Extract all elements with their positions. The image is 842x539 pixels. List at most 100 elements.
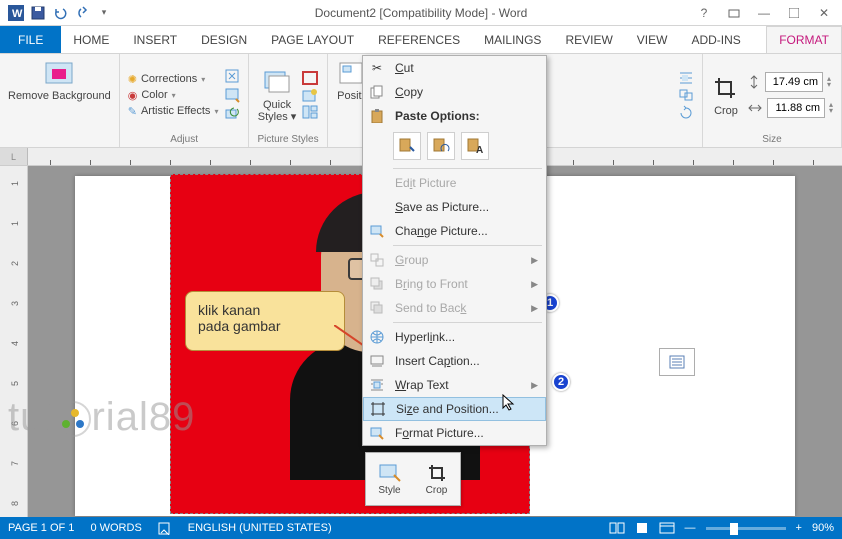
change-picture-button[interactable] (224, 87, 240, 103)
annotation-badge-2: 2 (552, 373, 570, 391)
ctx-group: Group▶ (363, 248, 546, 272)
wrap-text-icon (367, 376, 387, 394)
size-position-icon (368, 400, 388, 418)
app-title: Document2 [Compatibility Mode] - Word (315, 6, 528, 20)
save-icon[interactable] (28, 3, 48, 23)
scissors-icon: ✂ (367, 59, 387, 77)
rotate-button[interactable] (678, 105, 694, 119)
ribbon-tabs: FILE HOME INSERT DESIGN PAGE LAYOUT REFE… (0, 26, 842, 54)
reset-picture-button[interactable] (224, 106, 240, 122)
ctx-edit-picture: Edit Picture (363, 171, 546, 195)
ctx-paste-options-header: Paste Options: (363, 104, 546, 128)
ctx-size-and-position[interactable]: Size and Position... (363, 397, 546, 421)
align-button[interactable] (678, 71, 694, 85)
tab-file[interactable]: FILE (0, 26, 61, 53)
status-words[interactable]: 0 WORDS (90, 522, 141, 534)
tab-format[interactable]: FORMAT (766, 26, 842, 53)
close-icon[interactable]: ✕ (810, 3, 838, 23)
view-print-icon[interactable] (635, 522, 649, 534)
quick-styles-button[interactable]: QuickStyles ▾ (258, 67, 297, 123)
quick-access-toolbar: W ▾ (0, 3, 114, 23)
caption-icon (367, 352, 387, 370)
picture-layout-button[interactable] (302, 105, 318, 119)
mini-style-button[interactable]: Style (366, 453, 413, 505)
ctx-copy[interactable]: Copy (363, 80, 546, 104)
paste-picture-button[interactable] (427, 132, 455, 160)
corrections-button[interactable]: ✺Corrections▾ (128, 73, 219, 86)
crop-button[interactable]: Crop (711, 73, 741, 117)
compress-pictures-button[interactable] (224, 68, 240, 84)
ctx-format-picture[interactable]: Format Picture... (363, 421, 546, 445)
status-bar: PAGE 1 OF 1 0 WORDS ENGLISH (UNITED STAT… (0, 517, 842, 539)
maximize-icon[interactable] (780, 3, 808, 23)
tab-view[interactable]: VIEW (625, 26, 680, 53)
tab-home[interactable]: HOME (61, 26, 121, 53)
status-page[interactable]: PAGE 1 OF 1 (8, 522, 74, 534)
tab-addins[interactable]: ADD-INS (679, 26, 752, 53)
ctx-insert-caption[interactable]: Insert Caption... (363, 349, 546, 373)
tab-review[interactable]: REVIEW (553, 26, 624, 53)
tab-mailings[interactable]: MAILINGS (472, 26, 553, 53)
ruler-vertical: 112345678 (0, 166, 28, 521)
height-field[interactable]: ▴▾ (747, 72, 833, 92)
width-input[interactable] (767, 98, 825, 118)
paste-keep-source-button[interactable] (393, 132, 421, 160)
ctx-hyperlink[interactable]: Hyperlink... (363, 325, 546, 349)
clipboard-icon (367, 107, 387, 125)
bring-front-icon (367, 275, 387, 293)
send-back-icon (367, 299, 387, 317)
zoom-slider[interactable] (706, 527, 786, 530)
copy-icon (367, 83, 387, 101)
svg-text:A: A (476, 145, 483, 155)
zoom-in-button[interactable]: + (796, 522, 802, 534)
width-field[interactable]: ▴▾ (747, 98, 833, 118)
zoom-level[interactable]: 90% (812, 522, 834, 534)
mini-crop-button[interactable]: Crop (413, 453, 460, 505)
tab-page-layout[interactable]: PAGE LAYOUT (259, 26, 366, 53)
group-picture-styles: QuickStyles ▾ Picture Styles (249, 54, 327, 147)
format-picture-icon (367, 424, 387, 442)
paste-text-only-button[interactable]: A (461, 132, 489, 160)
picture-effects-button[interactable] (302, 88, 318, 102)
group-remove-bg: Remove Background (0, 54, 120, 147)
ctx-bring-to-front: Bring to Front▶ (363, 272, 546, 296)
tab-design[interactable]: DESIGN (189, 26, 259, 53)
width-icon (747, 101, 763, 115)
status-language[interactable]: ENGLISH (UNITED STATES) (188, 522, 332, 534)
ctx-paste-options: A (363, 128, 546, 166)
group-label-picture-styles: Picture Styles (257, 134, 318, 145)
remove-background-button[interactable]: Remove Background (8, 58, 111, 102)
ctx-cut[interactable]: ✂Cut (363, 56, 546, 80)
tab-insert[interactable]: INSERT (121, 26, 189, 53)
callout-text-1: klik kanan (198, 302, 332, 318)
group-arrange-right (670, 54, 703, 147)
title-bar: W ▾ Document2 [Compatibility Mode] - Wor… (0, 0, 842, 26)
change-picture-icon (367, 222, 387, 240)
help-icon[interactable]: ? (690, 3, 718, 23)
status-proofing-icon[interactable] (158, 521, 172, 535)
group-label-size: Size (762, 134, 781, 145)
layout-options-button[interactable] (659, 348, 695, 376)
ruler-corner: L (0, 148, 28, 166)
height-input[interactable] (765, 72, 823, 92)
picture-border-button[interactable] (302, 71, 318, 85)
tab-references[interactable]: REFERENCES (366, 26, 472, 53)
artistic-effects-button[interactable]: ✎Artistic Effects▾ (128, 105, 219, 118)
group-size: Crop ▴▾ ▴▾ Size (703, 54, 842, 147)
view-web-icon[interactable] (659, 522, 675, 534)
ribbon-options-icon[interactable] (720, 3, 748, 23)
qat-dropdown-icon[interactable]: ▾ (94, 3, 114, 23)
color-button[interactable]: ◉Color▾ (128, 89, 219, 102)
svg-text:W: W (12, 8, 23, 20)
annotation-callout: klik kanan pada gambar (185, 291, 345, 351)
view-read-icon[interactable] (609, 522, 625, 534)
ctx-save-as-picture[interactable]: Save as Picture... (363, 195, 546, 219)
undo-icon[interactable] (50, 3, 70, 23)
redo-icon[interactable] (72, 3, 92, 23)
group-button[interactable] (678, 88, 694, 102)
height-icon (747, 74, 761, 90)
ctx-wrap-text[interactable]: Wrap Text▶ (363, 373, 546, 397)
ctx-change-picture[interactable]: Change Picture... (363, 219, 546, 243)
minimize-icon[interactable]: — (750, 3, 778, 23)
zoom-out-button[interactable]: — (685, 522, 696, 534)
